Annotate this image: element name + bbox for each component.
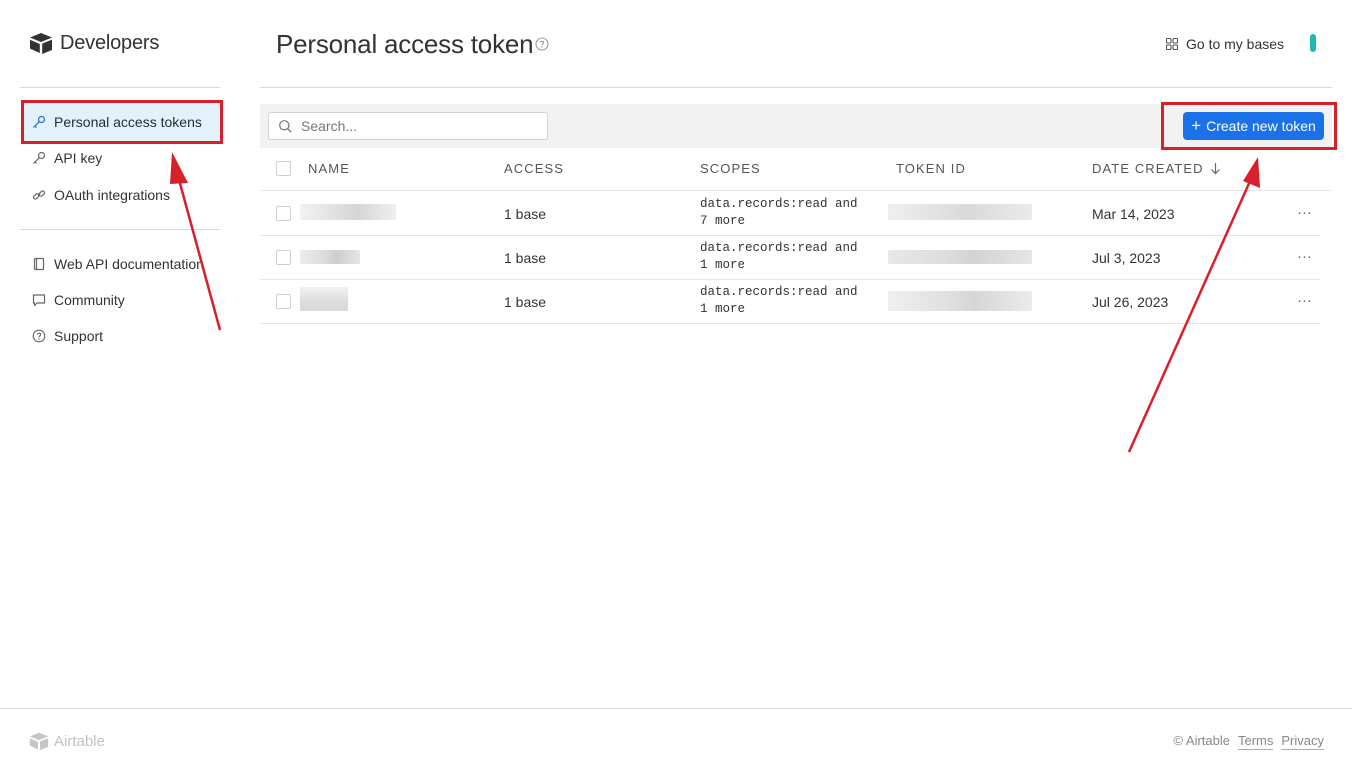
sidebar-item-label: Support (54, 328, 104, 344)
book-icon (33, 257, 45, 271)
date-cell: Jul 3, 2023 (1092, 250, 1161, 266)
redacted-name (300, 204, 396, 220)
row-divider (260, 323, 1320, 324)
link-icon (32, 190, 46, 200)
column-header-access[interactable]: ACCESS (504, 161, 564, 176)
sidebar-item-label: Personal access tokens (54, 114, 202, 130)
copyright-text: © Airtable (1173, 733, 1230, 748)
column-header-date-created[interactable]: DATE CREATED (1092, 161, 1221, 176)
sidebar-divider (20, 229, 220, 230)
scopes-line: data.records:read and (700, 285, 858, 299)
row-divider (260, 235, 1320, 236)
plus-icon: + (1191, 115, 1202, 135)
create-new-token-label: Create new token (1206, 118, 1316, 134)
row-more-button[interactable]: ··· (1297, 292, 1312, 309)
header-divider (260, 87, 1332, 88)
table-header-divider (260, 190, 1332, 191)
row-checkbox[interactable] (276, 294, 291, 309)
sidebar-item-oauth-integrations[interactable]: OAuth integrations (22, 174, 220, 216)
go-to-my-bases-label: Go to my bases (1186, 36, 1285, 52)
redacted-token-id (888, 204, 1032, 220)
sidebar-item-label: Community (54, 292, 125, 308)
question-circle-icon (32, 329, 46, 343)
scopes-line: data.records:read and (700, 197, 858, 211)
sidebar-item-api-key[interactable]: API key (22, 137, 220, 179)
page-title: Personal access token (276, 29, 534, 59)
chat-icon (32, 294, 46, 307)
scopes-line: data.records:read and (700, 241, 858, 255)
redacted-token-id (888, 250, 1032, 264)
search-icon (279, 119, 292, 133)
avatar[interactable] (1310, 34, 1316, 52)
search-input[interactable] (301, 118, 531, 134)
scopes-line: 1 more (700, 302, 746, 316)
sidebar-item-label: API key (54, 150, 103, 166)
row-more-button[interactable]: ··· (1297, 248, 1312, 265)
arrow-down-icon (1210, 163, 1220, 175)
footer-brand[interactable]: Airtable (28, 731, 105, 751)
row-divider (260, 279, 1320, 280)
airtable-logo-icon (30, 33, 52, 54)
scopes-cell: data.records:read and 1 more (700, 284, 875, 318)
search-box[interactable] (268, 112, 548, 140)
privacy-link[interactable]: Privacy (1281, 733, 1324, 750)
go-to-my-bases-link[interactable]: Go to my bases (1165, 36, 1284, 52)
row-checkbox[interactable] (276, 250, 291, 265)
key-icon (33, 151, 46, 164)
row-more-button[interactable]: ··· (1297, 204, 1312, 221)
footer-links: © Airtable Terms Privacy (1173, 733, 1324, 750)
redacted-name (300, 250, 360, 264)
terms-link[interactable]: Terms (1237, 733, 1274, 750)
sidebar-item-label: OAuth integrations (54, 187, 170, 203)
redacted-token-id (888, 291, 1032, 311)
sidebar-divider (20, 87, 220, 88)
sidebar-item-label: Web API documentation (54, 256, 204, 272)
footer-divider (0, 708, 1352, 709)
create-new-token-button[interactable]: + Create new token (1183, 112, 1324, 140)
column-header-token-id[interactable]: TOKEN ID (896, 161, 966, 176)
access-cell: 1 base (504, 206, 547, 222)
select-all-checkbox[interactable] (276, 161, 291, 176)
scopes-cell: data.records:read and 1 more (700, 240, 875, 274)
row-checkbox[interactable] (276, 206, 291, 221)
scopes-line: 7 more (700, 214, 746, 228)
column-header-label: DATE CREATED (1092, 161, 1204, 176)
airtable-logo-icon (29, 732, 49, 751)
brand-name: Developers (60, 31, 160, 54)
column-header-name[interactable]: NAME (308, 161, 350, 176)
sidebar-item-support[interactable]: Support (22, 315, 220, 357)
date-cell: Jul 26, 2023 (1092, 294, 1169, 310)
redacted-name (300, 287, 348, 311)
help-icon[interactable] (535, 37, 549, 51)
date-cell: Mar 14, 2023 (1092, 206, 1175, 222)
scopes-line: 1 more (700, 258, 746, 272)
access-cell: 1 base (504, 294, 547, 310)
grid-icon (1165, 37, 1179, 51)
key-icon (33, 115, 46, 128)
column-header-scopes[interactable]: SCOPES (700, 161, 761, 176)
footer-brand-name: Airtable (54, 732, 105, 750)
access-cell: 1 base (504, 250, 547, 266)
scopes-cell: data.records:read and 7 more (700, 196, 875, 230)
developers-brand[interactable]: Developers (28, 30, 159, 56)
